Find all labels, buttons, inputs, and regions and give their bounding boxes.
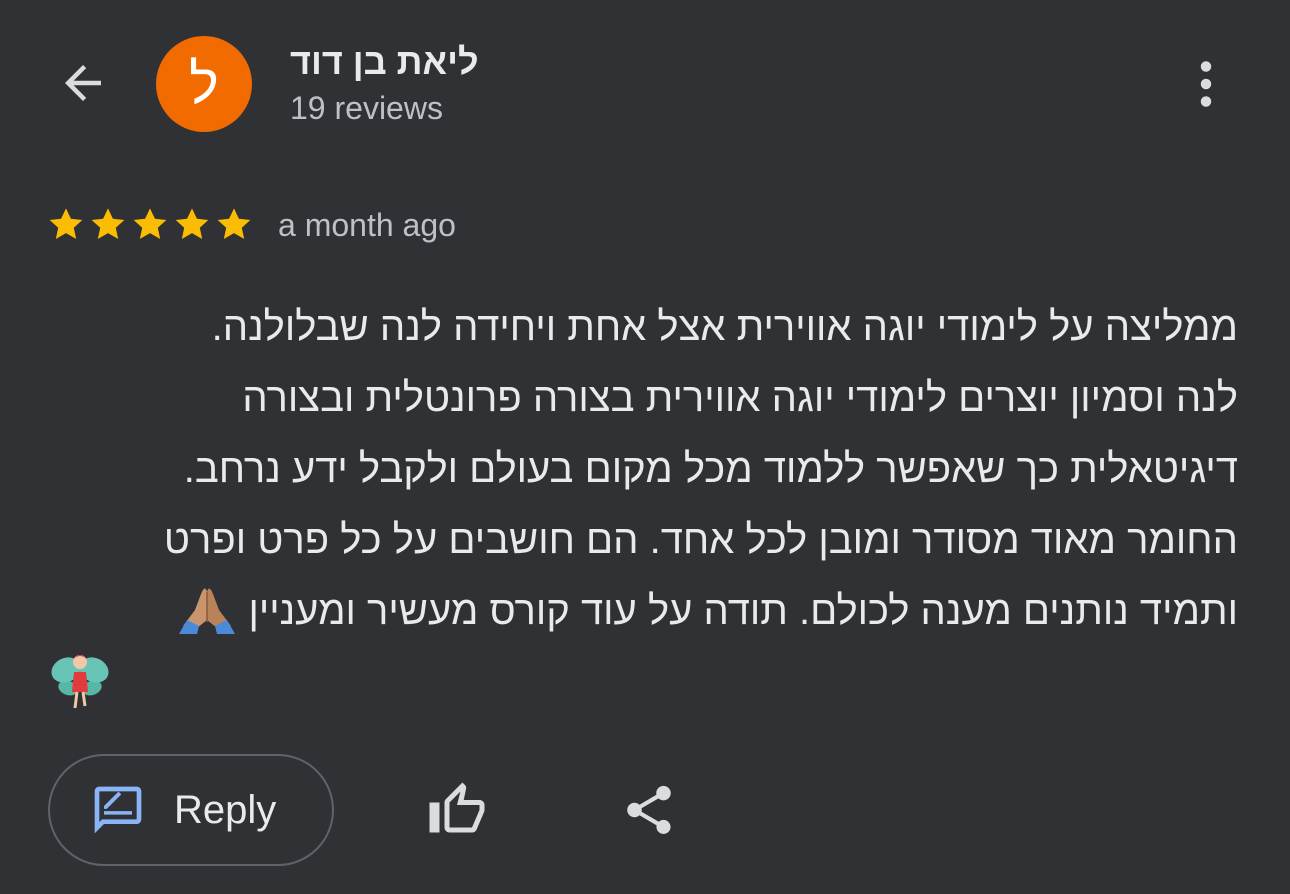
star-icon — [49, 208, 83, 239]
more-vert-icon — [1200, 61, 1212, 107]
avatar[interactable]: ל — [156, 36, 252, 132]
more-options-button[interactable] — [1176, 52, 1236, 116]
review-date: a month ago — [278, 206, 456, 243]
like-button[interactable] — [416, 770, 498, 850]
reply-label: Reply — [174, 787, 277, 832]
arrow-left-icon — [65, 65, 101, 101]
thumb-up-icon — [429, 782, 485, 833]
share-button[interactable] — [608, 770, 690, 850]
back-button[interactable] — [50, 50, 116, 116]
review-text: ממליצה על לימודי יוגה אווירית אצל אחת וי… — [48, 292, 1238, 647]
folded-hands-emoji — [179, 588, 236, 634]
star-icon — [175, 208, 209, 239]
review-text-body: ממליצה על לימודי יוגה אווירית אצל אחת וי… — [163, 305, 1238, 633]
share-icon — [627, 785, 671, 834]
star-icon — [91, 208, 125, 239]
author-name[interactable]: ליאת בן דוד — [290, 40, 479, 84]
review-count: 19 reviews — [290, 90, 443, 126]
reply-button[interactable]: Reply — [48, 754, 334, 866]
star-rating — [46, 205, 254, 245]
rating-row: a month ago — [46, 200, 456, 250]
avatar-letter: ל — [189, 52, 219, 115]
review-detail-page: ל ליאת בן דוד 19 reviews a month ago ממל… — [0, 0, 1290, 894]
author-info: ליאת בן דוד 19 reviews — [290, 40, 890, 130]
star-icon — [217, 208, 251, 239]
rate-review-icon — [94, 786, 142, 834]
star-icon — [133, 208, 167, 239]
fairy-emoji — [51, 655, 109, 709]
